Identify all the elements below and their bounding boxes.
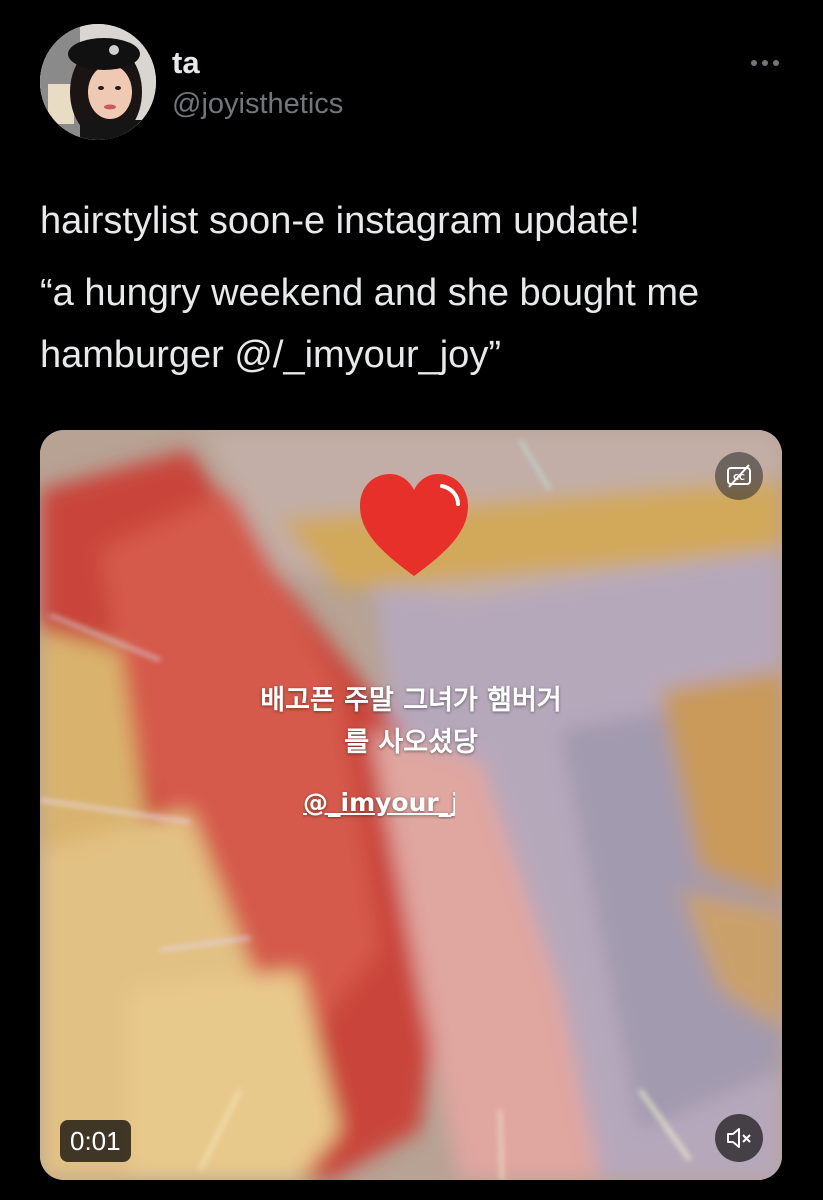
tweet-text-line: hairstylist soon-e instagram update! xyxy=(40,200,640,242)
author-avatar[interactable] xyxy=(40,24,156,140)
overlay-caption-line: 배고픈 주말 그녀가 햄버거 xyxy=(260,685,562,716)
closed-captions-button[interactable]: CC xyxy=(715,452,763,500)
author-display-name[interactable]: ta xyxy=(172,44,200,82)
speaker-muted-icon xyxy=(727,1128,751,1148)
author-handle[interactable]: @joyisthetics xyxy=(172,86,343,122)
video-overlay-mention: @_imyour_joy xyxy=(303,788,455,817)
tweet-text: hairstylist soon-e instagram update! “a … xyxy=(40,190,800,388)
closed-captions-off-icon: CC xyxy=(727,464,751,488)
more-options-button[interactable] xyxy=(744,52,786,74)
tweet-text-quote: “a hungry weekend and she bought me hamb… xyxy=(40,272,700,376)
overlay-caption-line: 를 사오셨당 xyxy=(344,727,478,758)
more-horizontal-icon xyxy=(751,60,779,66)
red-heart-sticker xyxy=(360,474,468,576)
video-overlay-caption: 배고픈 주말 그녀가 햄버거 를 사오셨당 xyxy=(40,680,782,764)
video-player[interactable]: 배고픈 주말 그녀가 햄버거 를 사오셨당 @_imyour_joy CC 0:… xyxy=(40,430,782,1180)
avatar-image xyxy=(40,24,156,140)
video-timestamp: 0:01 xyxy=(60,1120,131,1162)
unmute-button[interactable] xyxy=(715,1114,763,1162)
